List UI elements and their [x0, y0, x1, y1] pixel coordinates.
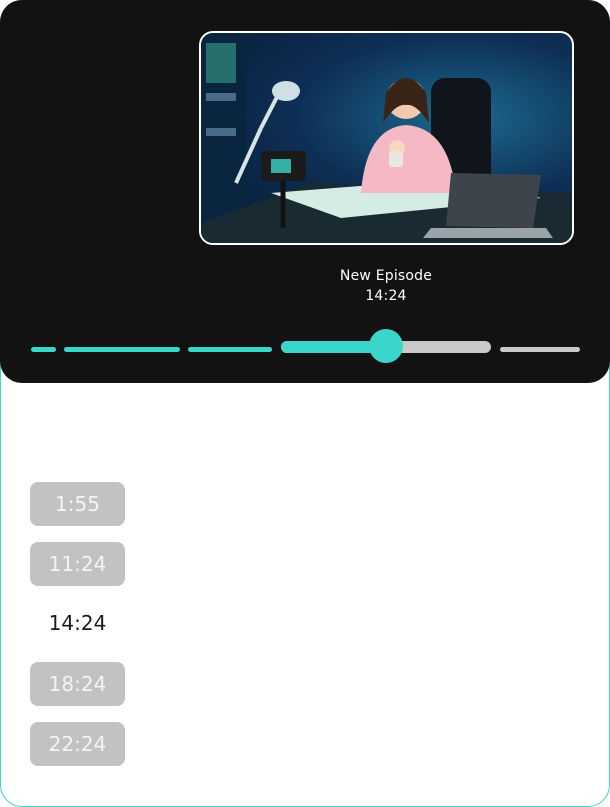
progress-segment-3[interactable] — [188, 347, 272, 352]
timestamp-item[interactable]: 11:24 — [30, 542, 125, 586]
timestamp-item[interactable]: 1:55 — [30, 482, 125, 526]
timestamp-item-current[interactable]: 14:24 — [30, 601, 125, 645]
episode-title: New Episode — [339, 268, 433, 284]
thumbnail-image — [201, 33, 572, 243]
progress-segment-5[interactable] — [500, 347, 580, 352]
progress-segment-1[interactable] — [31, 347, 56, 352]
progress-segment-2[interactable] — [64, 347, 180, 352]
scrubber-handle[interactable] — [369, 329, 403, 363]
episode-thumbnail[interactable] — [199, 31, 574, 245]
timestamp-item[interactable]: 22:24 — [30, 722, 125, 766]
video-player: New Episode 14:24 — [0, 0, 610, 383]
episode-time: 14:24 — [365, 288, 407, 304]
timestamp-item[interactable]: 18:24 — [30, 662, 125, 706]
